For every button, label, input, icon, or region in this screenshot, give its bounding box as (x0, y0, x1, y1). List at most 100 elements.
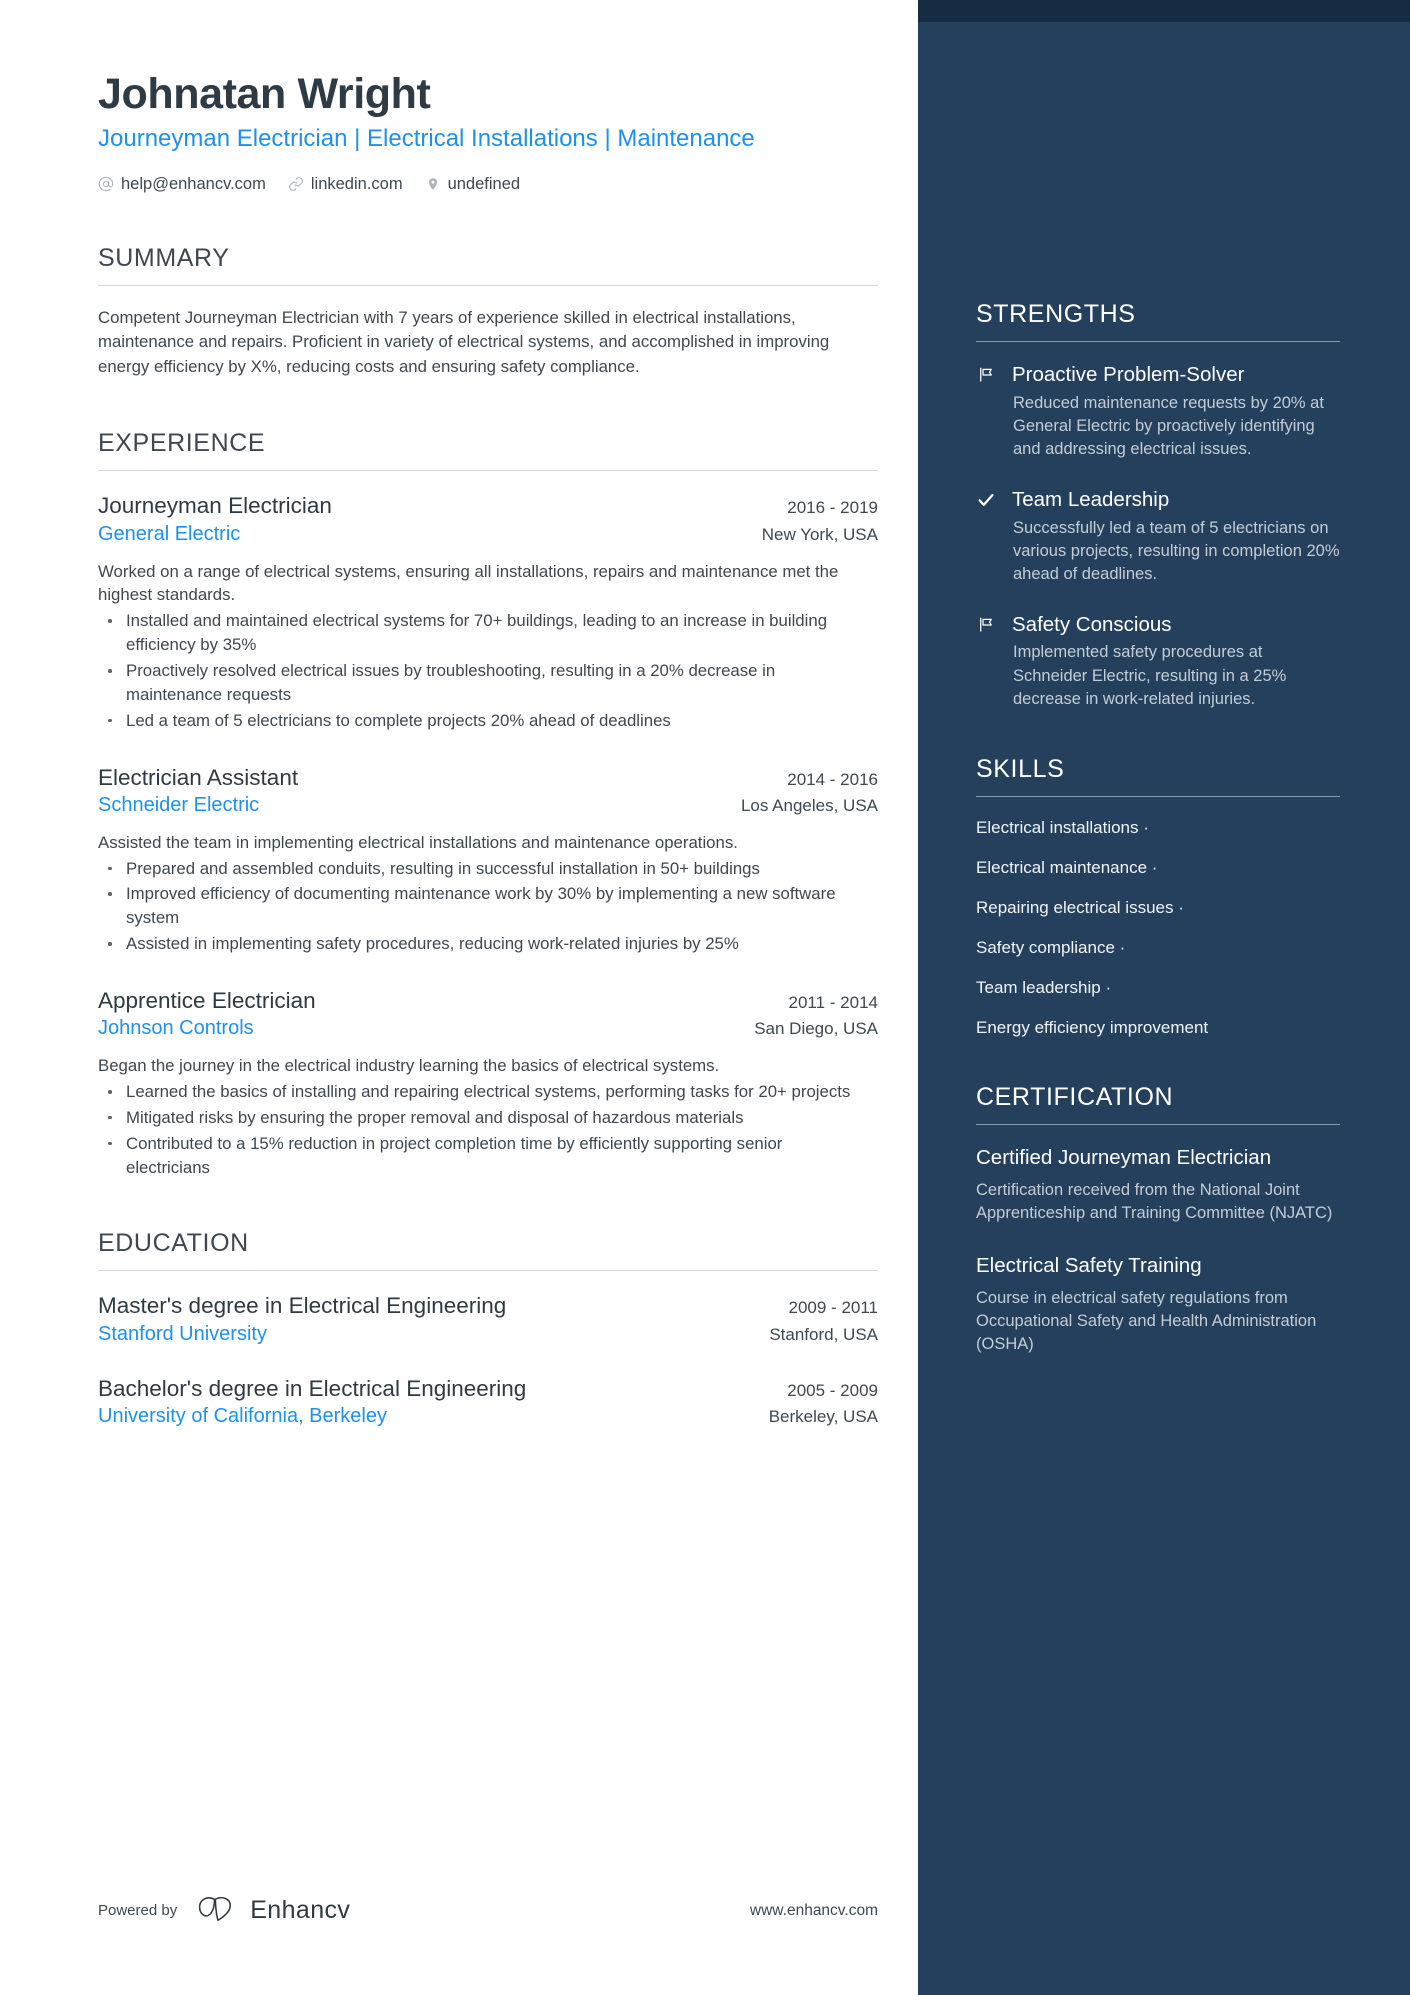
contact-email[interactable]: help@enhancv.com (98, 175, 266, 194)
experience-entry-title-row: Apprentice Electrician 2011 - 2014 (98, 986, 878, 1015)
job-bullets: Installed and maintained electrical syst… (98, 609, 858, 732)
certification-divider (976, 1124, 1340, 1126)
job-bullets: Learned the basics of installing and rep… (98, 1080, 858, 1179)
sidebar-content: STRENGTHS Proactive Problem-Solver Reduc… (976, 0, 1340, 1356)
skill-item: Electrical installations · (976, 817, 1149, 837)
page-footer: Powered by Enhancv www.enhancv.com (98, 1894, 878, 1927)
candidate-name: Johnatan Wright (98, 70, 431, 118)
job-bullet: Proactively resolved electrical issues b… (98, 659, 858, 707)
certification-name: Certified Journeyman Electrician (976, 1146, 1272, 1170)
skill-item: Electrical maintenance · (976, 857, 1158, 877)
experience-entry: Journeyman Electrician 2016 - 2019 Gener… (98, 491, 878, 732)
certification-item: Certified Journeyman Electrician Certifi… (976, 1145, 1340, 1225)
strength-body: Reduced maintenance requests by 20% at G… (1013, 393, 1324, 458)
strength-body: Successfully led a team of 5 electrician… (1013, 518, 1340, 583)
school-name[interactable]: University of California, Berkeley (98, 1403, 387, 1430)
experience-entry-title-row: Journeyman Electrician 2016 - 2019 (98, 491, 878, 520)
skill-item: Safety compliance · (976, 938, 1126, 957)
check-icon (976, 487, 998, 586)
job-title: Apprentice Electrician (98, 988, 316, 1014)
enhancv-logo-icon (197, 1894, 239, 1927)
job-dates: 2016 - 2019 (787, 498, 878, 518)
strengths-section-title: STRENGTHS (976, 300, 1136, 328)
contact-location[interactable]: undefined (425, 174, 521, 194)
summary-section: SUMMARY Competent Journeyman Electrician… (98, 244, 878, 380)
education-section: EDUCATION Master's degree in Electrical … (98, 1229, 878, 1430)
main-column: Johnatan Wright Journeyman Electrician |… (0, 0, 918, 1995)
resume-header: Johnatan Wright Journeyman Electrician |… (98, 0, 878, 194)
link-icon (288, 176, 304, 192)
flag-icon (976, 362, 998, 461)
education-entry-school-row: University of California, Berkeley Berke… (98, 1403, 878, 1430)
job-title: Journeyman Electrician (98, 493, 332, 519)
experience-entry: Electrician Assistant 2014 - 2016 Schnei… (98, 763, 878, 956)
candidate-headline: Journeyman Electrician | Electrical Inst… (98, 124, 755, 152)
summary-divider (98, 284, 878, 286)
certification-item: Electrical Safety Training Course in ele… (976, 1253, 1340, 1356)
job-bullets: Prepared and assembled conduits, resulti… (98, 857, 858, 956)
certification-name: Electrical Safety Training (976, 1254, 1202, 1278)
experience-section: EXPERIENCE Journeyman Electrician 2016 -… (98, 429, 878, 1179)
at-sign-icon (98, 176, 114, 192)
school-location: Berkeley, USA (768, 1406, 878, 1426)
job-bullet: Learned the basics of installing and rep… (98, 1080, 858, 1104)
job-location: Los Angeles, USA (740, 795, 878, 815)
degree-title: Bachelor's degree in Electrical Engineer… (98, 1375, 527, 1401)
job-description: Began the journey in the electrical indu… (98, 1056, 720, 1076)
education-entry: Bachelor's degree in Electrical Engineer… (98, 1374, 878, 1430)
strength-item: Proactive Problem-Solver Reduced mainten… (976, 362, 1340, 461)
job-company[interactable]: General Electric (98, 521, 240, 548)
degree-title: Master's degree in Electrical Engineerin… (98, 1293, 507, 1319)
location-pin-icon (425, 176, 441, 192)
certification-description: Course in electrical safety regulations … (976, 1288, 1317, 1353)
experience-section-title: EXPERIENCE (98, 429, 266, 458)
job-bullet: Led a team of 5 electricians to complete… (98, 709, 858, 733)
strength-body: Implemented safety procedures at Schneid… (1013, 643, 1287, 708)
contact-list: help@enhancv.com linkedin.com undefined (98, 175, 878, 194)
job-bullet: Improved efficiency of documenting maint… (98, 882, 858, 930)
job-company[interactable]: Schneider Electric (98, 792, 259, 819)
strength-heading: Team Leadership (1012, 487, 1170, 511)
job-bullet: Assisted in implementing safety procedur… (98, 932, 858, 956)
skill-item: Repairing electrical issues · (976, 897, 1184, 917)
powered-by-block: Powered by Enhancv (98, 1894, 350, 1927)
contact-linkedin-text: linkedin.com (310, 174, 403, 193)
flag-icon (976, 612, 998, 711)
education-entry-degree-row: Bachelor's degree in Electrical Engineer… (98, 1374, 878, 1403)
powered-by-label: Powered by (98, 1902, 178, 1919)
degree-dates: 2009 - 2011 (788, 1298, 878, 1318)
experience-divider (98, 470, 878, 472)
school-location: Stanford, USA (769, 1324, 878, 1344)
strength-heading: Proactive Problem-Solver (1012, 363, 1245, 386)
experience-entry-org-row: Johnson Controls San Diego, USA (98, 1015, 878, 1042)
education-entry-school-row: Stanford University Stanford, USA (98, 1321, 878, 1348)
education-divider (98, 1270, 878, 1272)
strengths-section: STRENGTHS Proactive Problem-Solver Reduc… (976, 300, 1340, 711)
contact-location-text: undefined (447, 174, 521, 193)
school-name[interactable]: Stanford University (98, 1321, 267, 1348)
job-bullet: Prepared and assembled conduits, resulti… (98, 857, 858, 881)
certification-section-title: CERTIFICATION (976, 1083, 1174, 1112)
skills-section: SKILLS Electrical installations · Electr… (976, 755, 1340, 1040)
skills-section-title: SKILLS (976, 754, 1065, 783)
contact-linkedin[interactable]: linkedin.com (288, 175, 403, 194)
experience-entry-title-row: Electrician Assistant 2014 - 2016 (98, 763, 878, 792)
strength-heading: Safety Conscious (1012, 612, 1172, 636)
job-dates: 2011 - 2014 (788, 993, 878, 1013)
enhancv-wordmark: Enhancv (250, 1896, 351, 1924)
enhancv-website[interactable]: www.enhancv.com (750, 1902, 878, 1920)
job-location: New York, USA (761, 524, 878, 544)
education-entry: Master's degree in Electrical Engineerin… (98, 1291, 878, 1347)
job-company[interactable]: Johnson Controls (98, 1015, 254, 1042)
job-dates: 2014 - 2016 (787, 769, 878, 789)
job-bullet: Installed and maintained electrical syst… (98, 609, 858, 657)
strengths-divider (976, 341, 1340, 342)
job-description: Assisted the team in implementing electr… (98, 832, 738, 852)
job-description: Worked on a range of electrical systems,… (98, 561, 839, 605)
skill-item: Energy efficiency improvement (976, 1018, 1209, 1038)
education-section-title: EDUCATION (98, 1229, 249, 1258)
experience-entry: Apprentice Electrician 2011 - 2014 Johns… (98, 986, 878, 1179)
certification-description: Certification received from the National… (976, 1180, 1333, 1222)
experience-entry-org-row: General Electric New York, USA (98, 521, 878, 548)
education-entry-degree-row: Master's degree in Electrical Engineerin… (98, 1291, 878, 1320)
